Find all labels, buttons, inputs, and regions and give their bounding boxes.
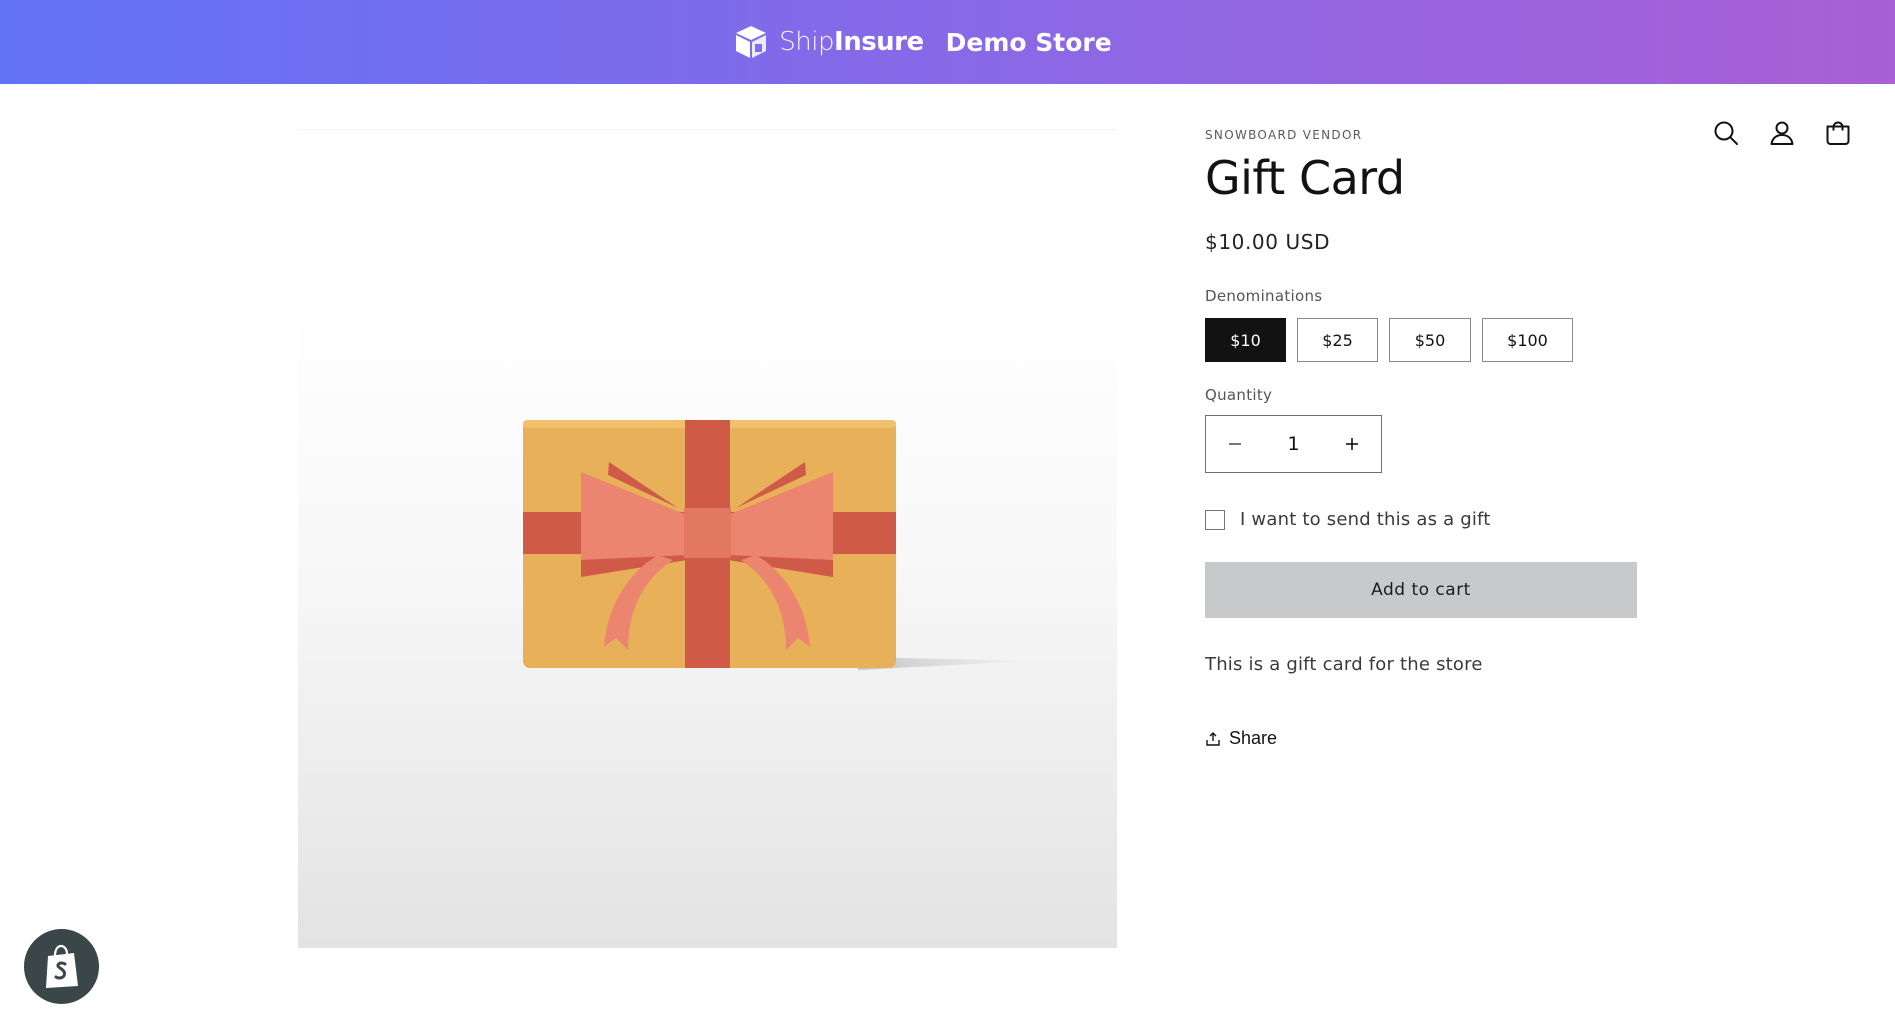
account-icon bbox=[1770, 121, 1794, 145]
brand-name-bold: Insure bbox=[834, 27, 924, 57]
search-button[interactable] bbox=[1711, 118, 1741, 148]
product-page: ShipInsure Demo Store SNOWBOARD VENDOR G… bbox=[0, 0, 1895, 1022]
gift-card-image-icon bbox=[523, 420, 1033, 670]
quantity-stepper bbox=[1205, 415, 1382, 473]
product-description: This is a gift card for the store bbox=[1205, 654, 1483, 675]
minus-icon bbox=[1229, 443, 1241, 445]
gift-checkbox[interactable] bbox=[1205, 509, 1225, 530]
cart-icon bbox=[1826, 121, 1850, 145]
shopify-bag-icon bbox=[45, 944, 78, 988]
quantity-input[interactable] bbox=[1265, 424, 1322, 464]
denomination-option-100[interactable]: $100 bbox=[1482, 318, 1573, 362]
quantity-increase-button[interactable] bbox=[1323, 416, 1381, 472]
add-to-cart-button[interactable]: Add to cart bbox=[1205, 562, 1637, 618]
quantity-decrease-button[interactable] bbox=[1206, 416, 1264, 472]
announcement-banner: ShipInsure Demo Store bbox=[0, 0, 1895, 84]
plus-icon bbox=[1346, 438, 1358, 450]
denomination-option-50[interactable]: $50 bbox=[1389, 318, 1471, 362]
denomination-option-10[interactable]: $10 bbox=[1205, 318, 1286, 362]
product-title: Gift Card bbox=[1205, 151, 1405, 205]
quantity-label: Quantity bbox=[1205, 386, 1273, 404]
denominations-label: Denominations bbox=[1205, 287, 1323, 305]
share-button[interactable]: Share bbox=[1205, 728, 1637, 749]
search-icon bbox=[1714, 121, 1738, 145]
share-label: Share bbox=[1229, 728, 1278, 748]
account-button[interactable] bbox=[1767, 118, 1797, 148]
product-price: $10.00 USD bbox=[1205, 230, 1331, 254]
brand-name: ShipInsure bbox=[779, 27, 924, 57]
brand-store-label: Demo Store bbox=[945, 27, 1112, 57]
product-media[interactable] bbox=[298, 129, 1117, 948]
gift-option: I want to send this as a gift bbox=[1205, 509, 1637, 530]
share-icon bbox=[1206, 731, 1220, 746]
brand-name-light: Ship bbox=[779, 27, 835, 57]
store-brand[interactable]: ShipInsure Demo Store bbox=[733, 24, 1112, 60]
gift-checkbox-label[interactable]: I want to send this as a gift bbox=[1240, 509, 1491, 530]
product-vendor: SNOWBOARD VENDOR bbox=[1205, 128, 1363, 142]
cart-button[interactable] bbox=[1823, 118, 1853, 148]
shopify-badge[interactable] bbox=[24, 929, 99, 1004]
shipinsure-box-logo-icon bbox=[736, 26, 767, 58]
product-info: SNOWBOARD VENDOR Gift Card $10.00 USD De… bbox=[1205, 128, 1637, 749]
denomination-options: $10 $25 $50 $100 bbox=[1205, 318, 1637, 362]
header-icons bbox=[1711, 118, 1853, 148]
denomination-option-25[interactable]: $25 bbox=[1297, 318, 1378, 362]
